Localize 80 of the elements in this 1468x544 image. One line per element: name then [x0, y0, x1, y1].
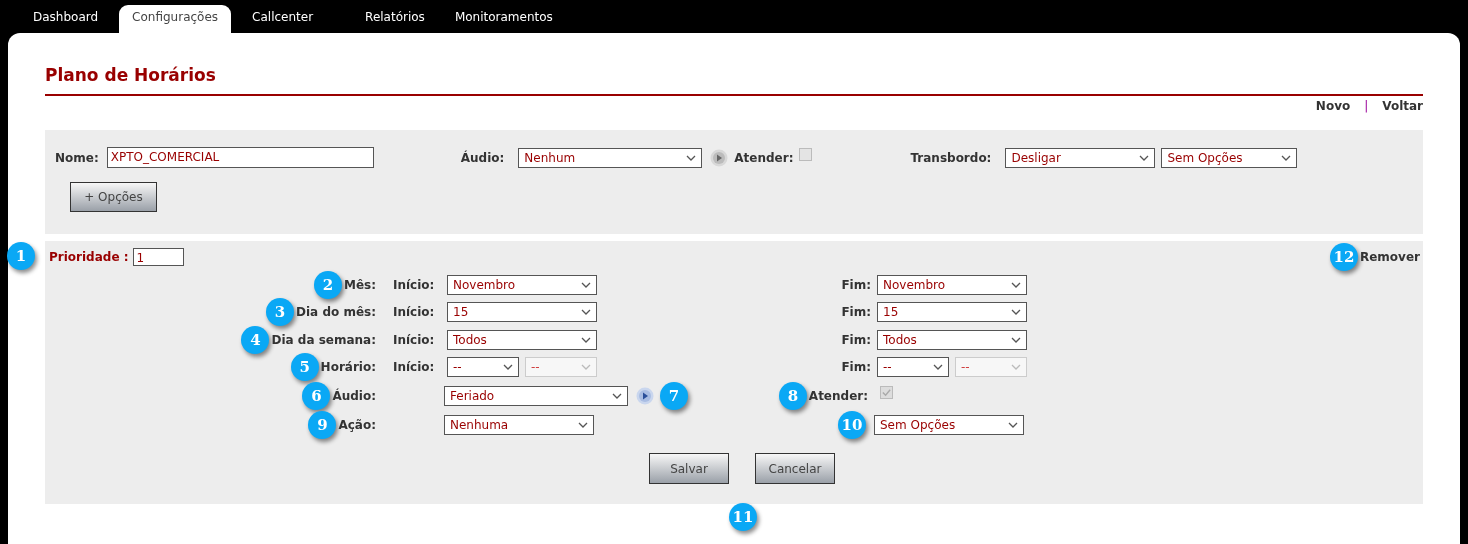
audio-label: Áudio:	[460, 150, 505, 165]
callout-badge: 12	[1330, 243, 1358, 271]
remove-link[interactable]: Remover	[1360, 250, 1420, 264]
audio-label: Áudio:	[332, 388, 376, 403]
overflow-dropdown[interactable]: Desligar	[1005, 147, 1156, 168]
caret-icon	[1011, 336, 1021, 343]
field-label: Dia da semana:	[271, 332, 376, 347]
caret-icon	[1011, 364, 1021, 371]
end-label: Fim:	[840, 277, 871, 292]
caret-icon	[933, 364, 943, 371]
answer-label: Atender:	[808, 388, 868, 403]
cancel-button[interactable]: Cancelar	[755, 453, 835, 484]
caret-icon	[686, 154, 697, 161]
caret-icon	[581, 364, 591, 371]
callout-badge: 8	[778, 381, 807, 410]
new-link[interactable]: Novo	[1315, 99, 1351, 115]
overflow-dropdown[interactable]: Sem Opções	[1161, 147, 1298, 168]
answer-label: Atender:	[734, 150, 794, 165]
start-label: Início:	[393, 332, 436, 347]
field-label: Horário:	[320, 360, 376, 375]
priority-label: Prioridade :	[49, 250, 129, 264]
start-label: Início:	[393, 360, 436, 375]
end-dropdown[interactable]: Novembro	[877, 274, 1027, 295]
caret-icon	[581, 309, 591, 316]
caret-icon	[1011, 281, 1021, 288]
start-label: Início:	[393, 305, 436, 320]
action-dropdown[interactable]: Nenhuma	[444, 414, 594, 435]
caret-icon	[1139, 154, 1150, 161]
save-button[interactable]: Salvar	[649, 453, 729, 484]
separator: |	[1364, 99, 1369, 115]
start-label: Início:	[393, 277, 436, 292]
start-dropdown[interactable]: Novembro	[447, 274, 597, 295]
audio-dropdown[interactable]: Feriado	[444, 385, 628, 406]
callout-badge: 6	[302, 381, 331, 410]
field-label: Dia do mês:	[296, 305, 376, 320]
nav-tab[interactable]: Configurações	[119, 5, 232, 33]
callout-badge: 11	[729, 503, 757, 531]
caret-icon	[581, 336, 591, 343]
options-button[interactable]: + Opções	[70, 182, 157, 212]
nav-tab[interactable]: Monitoramentos	[441, 5, 566, 33]
caret-icon	[612, 392, 622, 399]
field-label: Mês:	[343, 277, 376, 292]
start-dropdown[interactable]: --	[447, 357, 519, 378]
callout-badge: 4	[241, 325, 270, 354]
callout-badge: 3	[266, 298, 295, 327]
caret-icon	[581, 281, 591, 288]
priority-field[interactable]: 1	[132, 248, 184, 266]
end-dropdown[interactable]: 15	[877, 302, 1027, 323]
caret-icon	[578, 421, 588, 428]
callout-badge: 5	[290, 353, 319, 382]
answer-checkbox[interactable]	[799, 148, 813, 161]
caret-icon	[1008, 421, 1018, 428]
end-label: Fim:	[840, 360, 871, 375]
callout-badge: 7	[660, 381, 688, 410]
callout-badge: 2	[313, 270, 342, 299]
action-label: Ação:	[338, 417, 376, 432]
play-icon[interactable]	[636, 386, 654, 405]
start-dropdown[interactable]: 15	[447, 302, 597, 323]
nav-tab[interactable]: Callcenter	[239, 5, 327, 33]
back-link[interactable]: Voltar	[1382, 99, 1423, 115]
nav-tab[interactable]: Dashboard	[20, 5, 112, 33]
name-label: Nome:	[55, 150, 99, 165]
audio-dropdown[interactable]: Nenhum	[518, 147, 703, 168]
caret-icon	[1011, 309, 1021, 316]
page-title: Plano de Horários	[45, 63, 1423, 96]
caret-icon	[503, 364, 513, 371]
nav-tab[interactable]: Relatórios	[352, 5, 438, 33]
end-label: Fim:	[840, 332, 871, 347]
end-dropdown[interactable]: --	[877, 357, 949, 378]
overflow-label: Transbordo:	[910, 150, 992, 165]
start-dropdown[interactable]: Todos	[447, 329, 597, 350]
caret-icon	[1281, 154, 1292, 161]
end-dropdown[interactable]: Todos	[877, 329, 1027, 350]
name-field[interactable]: XPTO_COMERCIAL	[106, 147, 374, 168]
callout-badge: 1	[7, 242, 35, 270]
play-icon[interactable]	[710, 148, 729, 167]
callout-badge: 9	[308, 410, 337, 439]
end-label: Fim:	[840, 305, 871, 320]
action-option-dropdown[interactable]: Sem Opções	[874, 414, 1024, 435]
callout-badge: 10	[838, 410, 866, 439]
